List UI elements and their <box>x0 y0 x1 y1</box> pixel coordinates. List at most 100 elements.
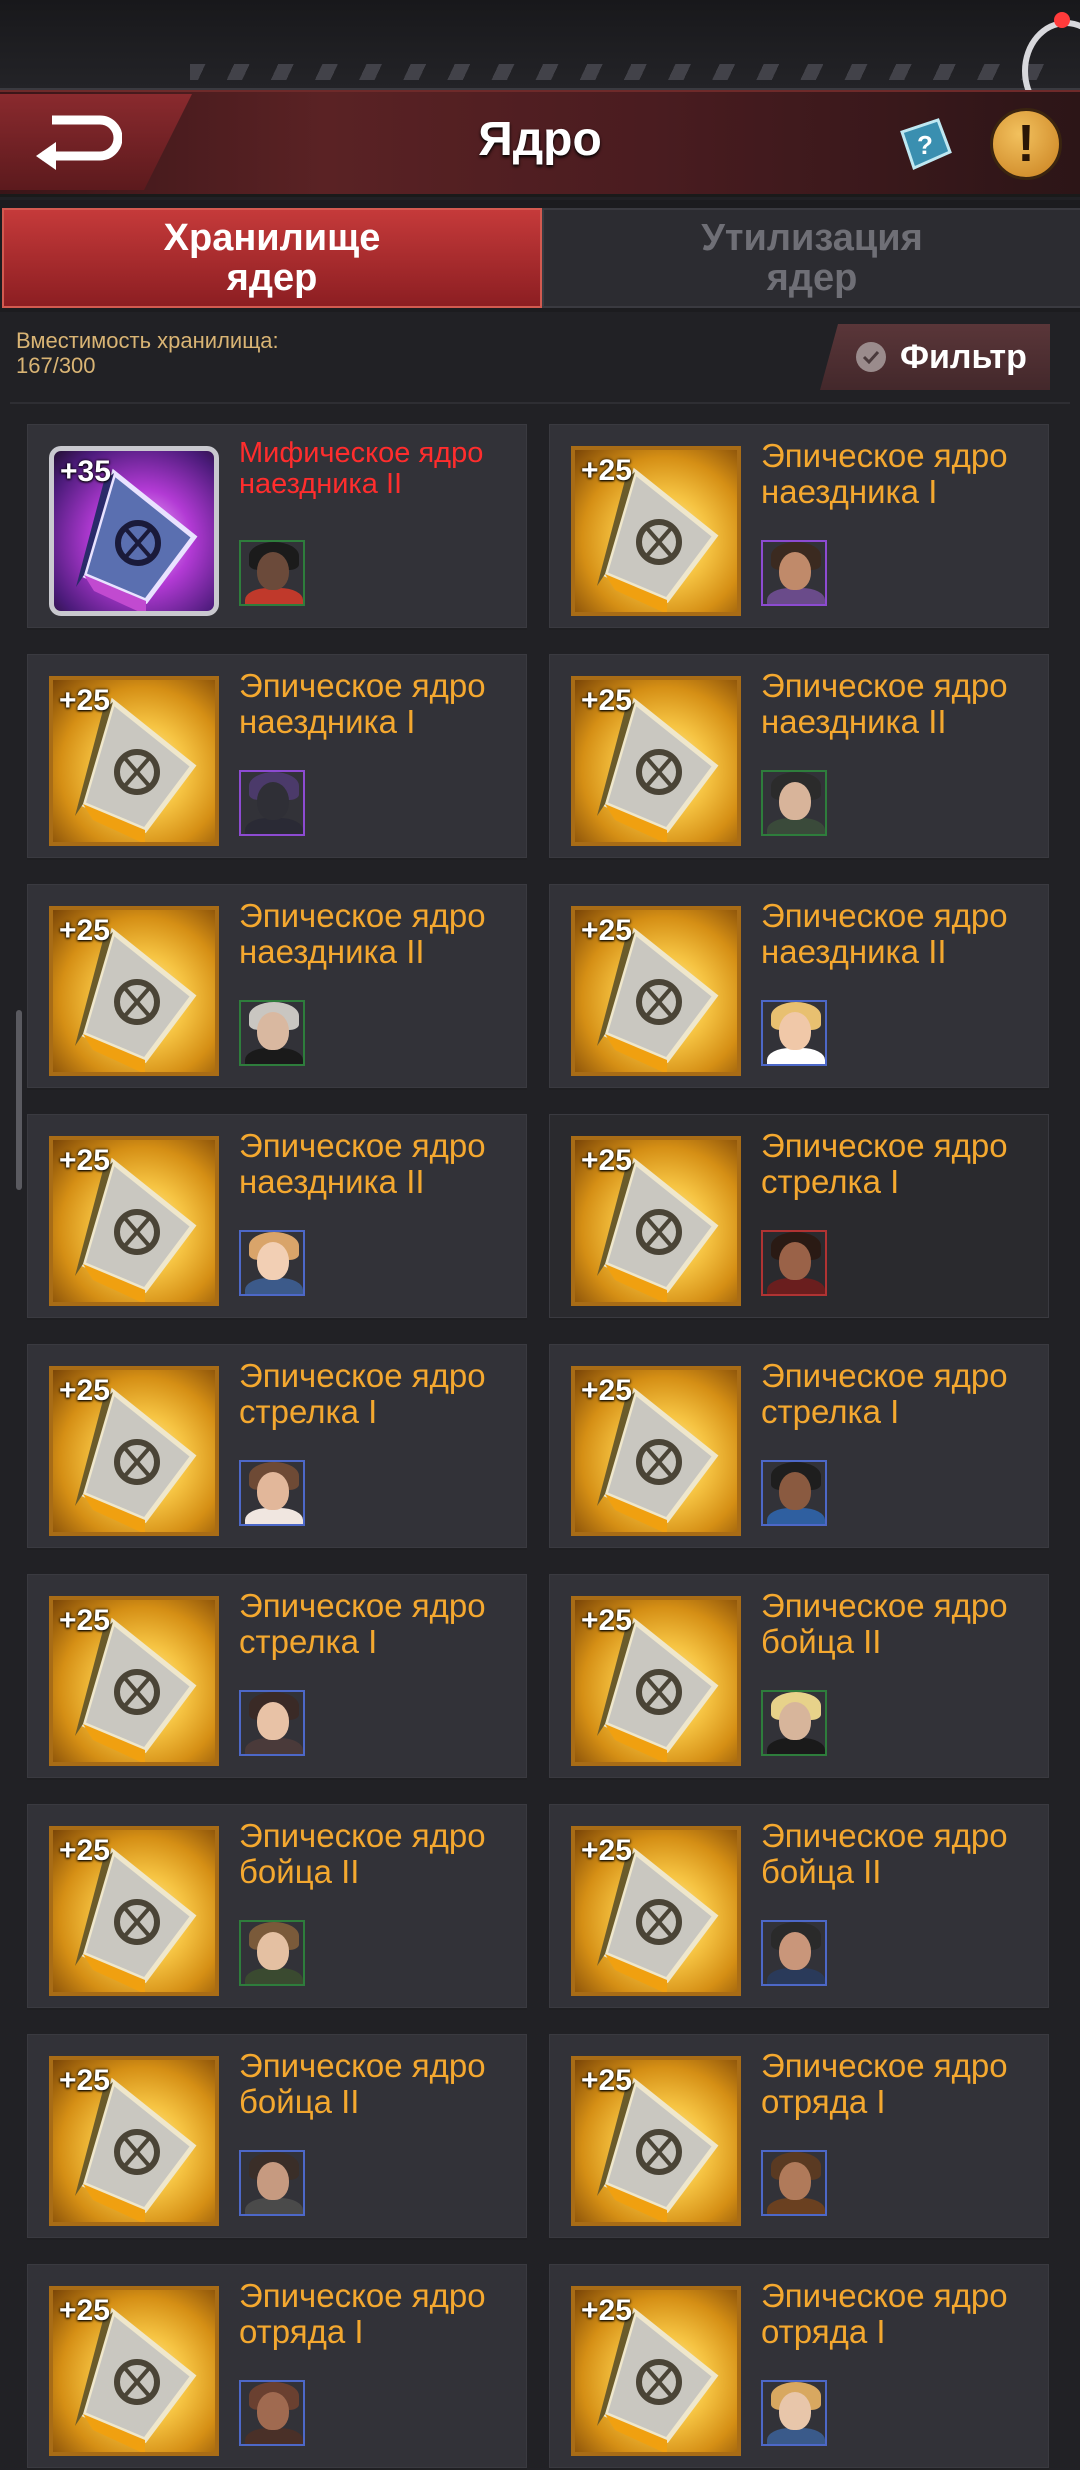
tab-core-disposal[interactable]: Утилизация ядер <box>542 208 1080 308</box>
hero-avatar[interactable] <box>761 2380 827 2446</box>
avatar-face <box>257 1012 289 1050</box>
core-title: Эпическое ядро бойца II <box>239 1817 486 1890</box>
hero-avatar[interactable] <box>239 770 305 836</box>
core-icon: +25 <box>49 1136 219 1306</box>
core-icon: +25 <box>49 1596 219 1766</box>
capacity-label: Вместимость хранилища: <box>16 328 279 353</box>
scrollbar[interactable] <box>16 1010 22 1190</box>
hero-avatar[interactable] <box>761 1000 827 1066</box>
avatar-body <box>767 1508 825 1524</box>
avatar-face <box>779 1702 811 1740</box>
avatar-body <box>245 2428 303 2444</box>
core-card[interactable]: +25 Эпическое ядро отряда I <box>27 2264 527 2470</box>
core-title: Мифическое ядро наездника II <box>239 437 484 500</box>
core-title: Эпическое ядро наездника II <box>239 897 486 970</box>
avatar-face <box>257 2392 289 2430</box>
core-icon: +25 <box>571 2056 741 2226</box>
core-title: Эпическое ядро стрелка I <box>239 1587 486 1660</box>
capacity-value: 167/300 <box>16 353 96 378</box>
core-level-badge: +25 <box>581 914 632 947</box>
core-card[interactable]: +25 Эпическое ядро стрелка I <box>549 1344 1049 1550</box>
core-level-badge: +25 <box>59 1144 110 1177</box>
hero-avatar[interactable] <box>761 540 827 606</box>
core-card[interactable]: +25 Эпическое ядро стрелка I <box>27 1344 527 1550</box>
tab-core-storage[interactable]: Хранилище ядер <box>2 208 542 308</box>
core-list: +35 Мифическое ядро наездника II +25 Эпи… <box>27 424 1049 2470</box>
core-level-badge: +25 <box>59 914 110 947</box>
core-icon: +25 <box>49 2286 219 2456</box>
hero-avatar[interactable] <box>761 2150 827 2216</box>
core-title: Эпическое ядро наездника II <box>761 667 1008 740</box>
info-icon[interactable]: ! <box>990 108 1062 180</box>
core-icon: +25 <box>571 676 741 846</box>
core-title: Эпическое ядро наездника I <box>239 667 486 740</box>
help-icon[interactable]: ? <box>892 112 958 178</box>
core-card[interactable]: +25 Эпическое ядро наездника II <box>27 884 527 1090</box>
tab-core-disposal-label: Утилизация ядер <box>701 217 923 299</box>
core-icon: +25 <box>571 1826 741 1996</box>
core-card[interactable]: +25 Эпическое ядро наездника II <box>549 654 1049 860</box>
hero-avatar[interactable] <box>239 1460 305 1526</box>
core-icon: +35 <box>49 446 219 616</box>
core-icon: +25 <box>571 446 741 616</box>
core-card[interactable]: +25 Эпическое ядро бойца II <box>549 1804 1049 2010</box>
hero-avatar[interactable] <box>239 1920 305 1986</box>
core-card[interactable]: +25 Эпическое ядро наездника II <box>549 884 1049 1090</box>
hero-avatar[interactable] <box>761 1920 827 1986</box>
core-card[interactable]: +25 Эпическое ядро отряда I <box>549 2264 1049 2470</box>
core-title: Эпическое ядро наездника II <box>761 897 1008 970</box>
core-level-badge: +25 <box>581 2294 632 2327</box>
core-card[interactable]: +25 Эпическое ядро бойца II <box>27 2034 527 2240</box>
avatar-face <box>257 1702 289 1740</box>
core-card[interactable]: +25 Эпическое ядро наездника II <box>27 1114 527 1320</box>
avatar-body <box>245 1278 303 1294</box>
hero-avatar[interactable] <box>761 1230 827 1296</box>
core-title: Эпическое ядро отряда I <box>239 2277 486 2350</box>
core-level-badge: +25 <box>59 1374 110 1407</box>
core-icon: +25 <box>571 1596 741 1766</box>
hero-avatar[interactable] <box>239 1000 305 1066</box>
hero-avatar[interactable] <box>239 2150 305 2216</box>
avatar-body <box>245 2198 303 2214</box>
core-level-badge: +25 <box>581 454 632 487</box>
core-card[interactable]: +25 Эпическое ядро отряда I <box>549 2034 1049 2240</box>
filter-button[interactable]: Фильтр <box>820 324 1050 390</box>
avatar-face <box>779 2392 811 2430</box>
avatar-face <box>779 1472 811 1510</box>
tab-core-storage-label: Хранилище ядер <box>163 217 381 299</box>
core-card[interactable]: +35 Мифическое ядро наездника II <box>27 424 527 630</box>
hero-avatar[interactable] <box>761 1460 827 1526</box>
core-card[interactable]: +25 Эпическое ядро наездника I <box>549 424 1049 630</box>
core-icon: +25 <box>571 1366 741 1536</box>
avatar-face <box>257 1242 289 1280</box>
core-card[interactable]: +25 Эпическое ядро бойца II <box>27 1804 527 2010</box>
hero-avatar[interactable] <box>239 2380 305 2446</box>
avatar-face <box>779 782 811 820</box>
core-card[interactable]: +25 Эпическое ядро стрелка I <box>549 1114 1049 1320</box>
core-card[interactable]: +25 Эпическое ядро стрелка I <box>27 1574 527 1780</box>
core-icon: +25 <box>571 1136 741 1306</box>
core-card[interactable]: +25 Эпическое ядро наездника I <box>27 654 527 860</box>
avatar-body <box>245 1968 303 1984</box>
hero-avatar[interactable] <box>239 1230 305 1296</box>
core-title: Эпическое ядро бойца II <box>239 2047 486 2120</box>
avatar-body <box>245 1738 303 1754</box>
storage-capacity: Вместимость хранилища: 167/300 <box>16 328 279 378</box>
core-icon: +25 <box>571 906 741 1076</box>
hero-avatar[interactable] <box>239 1690 305 1756</box>
hero-avatar[interactable] <box>239 540 305 606</box>
svg-text:?: ? <box>917 130 933 160</box>
checkmark-icon <box>856 342 886 372</box>
tab-bar: Хранилище ядер Утилизация ядер <box>0 200 1080 312</box>
core-title: Эпическое ядро отряда I <box>761 2047 1008 2120</box>
core-icon: +25 <box>571 2286 741 2456</box>
core-level-badge: +25 <box>59 2294 110 2327</box>
avatar-face <box>779 2162 811 2200</box>
avatar-face <box>779 1242 811 1280</box>
avatar-face <box>779 552 811 590</box>
hero-avatar[interactable] <box>761 1690 827 1756</box>
core-level-badge: +25 <box>581 2064 632 2097</box>
hero-avatar[interactable] <box>761 770 827 836</box>
core-level-badge: +25 <box>581 1144 632 1177</box>
core-card[interactable]: +25 Эпическое ядро бойца II <box>549 1574 1049 1780</box>
